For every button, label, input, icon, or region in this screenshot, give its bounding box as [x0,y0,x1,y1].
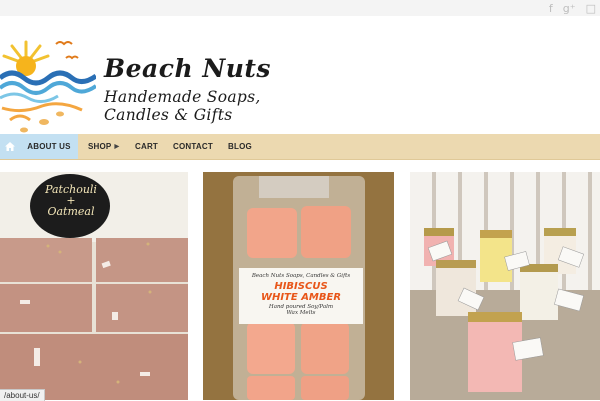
top-strip: f g⁺ □ [0,0,600,16]
nav-item-blog[interactable]: BLOG [228,134,252,159]
label-scent-1: HIBISCUS [274,281,328,292]
nav-label: SHOP [88,142,112,151]
google-plus-icon[interactable]: g⁺ [563,2,576,15]
site-tagline-line-2: Candles & Gifts [104,106,233,124]
melt-label: Beach Nuts Soaps, Candles & Gifts HIBISC… [241,273,361,316]
home-button[interactable] [0,134,20,159]
sign-line-3: Oatmeal [47,205,95,218]
site-tagline-line-1: Handemade Soaps, [104,88,261,106]
site-header: Beach Nuts Handemade Soaps, Candles & Gi… [0,16,600,134]
status-bar-url: /about-us/ [0,389,45,401]
label-brand: Beach Nuts Soaps, Candles & Gifts [251,273,351,279]
home-icon [5,142,15,151]
facebook-icon[interactable]: f [549,2,553,15]
product-tile-wax-melts[interactable]: Beach Nuts Soaps, Candles & Gifts HIBISC… [203,172,394,400]
soap-sign: Patchouli + Oatmeal [36,184,106,217]
social-links: f g⁺ □ [549,0,596,16]
nav-item-contact[interactable]: CONTACT [173,134,213,159]
nav-label: ABOUT US [27,142,71,151]
nav-item-cart[interactable]: CART [135,134,158,159]
nav-item-shop[interactable]: SHOP ▶ [88,134,119,159]
chevron-down-icon: ▶ [114,144,120,150]
product-tile-soap[interactable]: Patchouli + Oatmeal [0,172,188,400]
nav-label: CART [135,142,159,151]
candles-photo [410,172,600,400]
site-title[interactable]: Beach Nuts [104,54,271,83]
nav-item-about-us[interactable]: ABOUT US [20,134,78,159]
beach-sun-logo[interactable] [0,34,96,134]
label-scent-2: WHITE AMBER [260,292,342,303]
window-icon[interactable]: □ [586,2,596,15]
main-navigation: ABOUT US SHOP ▶ CART CONTACT BLOG [0,134,600,160]
nav-label: CONTACT [173,142,213,151]
label-type: Wax Melts [286,310,316,316]
nav-label: BLOG [228,142,252,151]
product-tile-candles[interactable] [410,172,600,400]
